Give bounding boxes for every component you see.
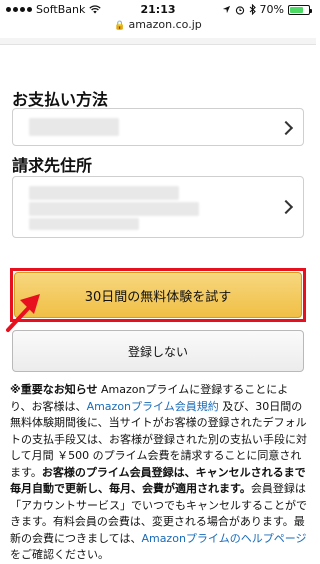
chevron-right-icon — [278, 199, 294, 215]
notice-heading: ※重要なお知らせ — [10, 383, 98, 396]
redacted-address-line-1 — [29, 186, 179, 200]
status-bar: SoftBank 21:13 70% — [0, 0, 316, 18]
billing-address-field[interactable] — [12, 176, 304, 238]
prime-help-link[interactable]: Amazonプライムのヘルプページ — [141, 532, 306, 545]
battery-fill — [290, 6, 303, 13]
url-domain: amazon.co.jp — [128, 18, 202, 31]
url-bar[interactable]: 🔒 amazon.co.jp — [0, 18, 316, 38]
redacted-address-line-3 — [29, 218, 139, 230]
location-icon — [222, 5, 230, 14]
arrow-annotation-icon — [6, 294, 40, 332]
alarm-icon — [235, 5, 244, 15]
chevron-right-icon — [278, 120, 294, 136]
prime-terms-link[interactable]: Amazonプライム会員規約 — [87, 400, 219, 413]
bluetooth-icon — [249, 4, 256, 15]
header-divider — [0, 38, 316, 45]
battery-percent: 70% — [259, 3, 284, 16]
payment-method-field[interactable] — [12, 108, 304, 146]
notice-text-4: をご確認ください。 — [10, 548, 109, 561]
start-free-trial-button[interactable]: 30日間の無料体験を試す — [14, 272, 302, 318]
battery-icon — [288, 4, 312, 15]
redacted-address-line-2 — [29, 202, 199, 216]
redacted-payment-info — [29, 118, 119, 136]
billing-address-label: 請求先住所 — [12, 156, 93, 175]
lock-icon: 🔒 — [114, 21, 126, 31]
important-notice: ※重要なお知らせ Amazonプライムに登録することにより、お客様は、Amazo… — [10, 382, 308, 564]
decline-button[interactable]: 登録しない — [12, 330, 304, 372]
status-right: 70% — [222, 3, 312, 16]
payment-method-label: お支払い方法 — [12, 90, 109, 109]
